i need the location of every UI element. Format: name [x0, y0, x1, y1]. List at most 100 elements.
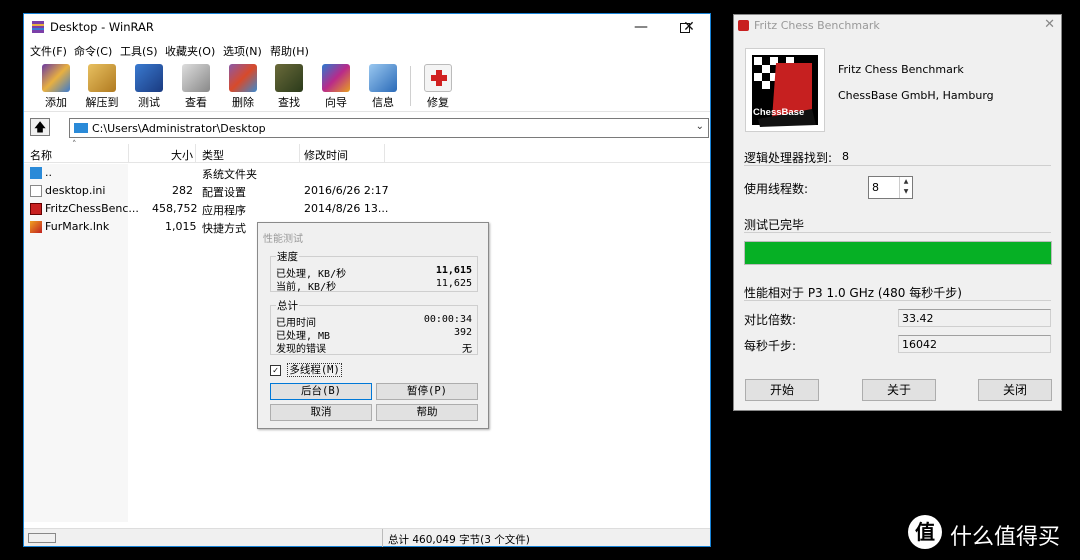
menu-favorites[interactable]: 收藏夹(O) — [165, 43, 215, 59]
help-button[interactable]: 帮助 — [376, 404, 478, 421]
status-bar: 总计 460,049 字节(3 个文件) — [24, 528, 710, 547]
checkmark-icon: ✓ — [270, 364, 281, 376]
column-type[interactable]: 类型 — [202, 147, 224, 163]
column-divider[interactable] — [128, 144, 129, 163]
column-divider[interactable] — [384, 144, 385, 163]
find-icon — [275, 64, 303, 92]
total-group-label: 总计 — [276, 298, 299, 313]
column-size[interactable]: 大小 — [171, 147, 193, 163]
fritz-title-icon — [738, 20, 749, 31]
file-type: 应用程序 — [202, 204, 246, 217]
chessbase-logo: ChessBase — [745, 48, 825, 132]
menu-file[interactable]: 文件(F) — [30, 43, 67, 59]
file-row[interactable]: desktop.ini 282 配置设置 2016/6/26 2:17 — [24, 182, 389, 200]
wizard-button[interactable]: 向导 — [313, 62, 359, 110]
processed-mb-value: 392 — [453, 327, 472, 338]
column-modified[interactable]: 修改时间 — [304, 147, 348, 163]
view-button[interactable]: 查看 — [173, 62, 219, 110]
find-label: 查找 — [278, 96, 300, 109]
file-name: FritzChessBenc... — [45, 202, 139, 215]
parent-folder-icon — [30, 167, 42, 179]
settings-file-icon — [30, 185, 42, 197]
find-button[interactable]: 查找 — [266, 62, 312, 110]
toolbar: 添加 解压到 测试 查看 删除 查找 向导 信息 修复 — [24, 60, 710, 112]
spin-arrows-icon[interactable]: ▲ ▼ — [899, 177, 912, 198]
furmark-shortcut-icon — [30, 221, 42, 233]
kns-field: 16042 — [898, 335, 1051, 353]
test-done-label: 测试已完毕 — [744, 218, 805, 232]
cpu-found-label: 逻辑处理器找到: — [744, 151, 833, 165]
menu-options[interactable]: 选项(N) — [223, 43, 262, 59]
dialog-title: 性能测试 — [263, 234, 303, 245]
repair-button[interactable]: 修复 — [415, 62, 461, 110]
ratio-field: 33.42 — [898, 309, 1051, 327]
ratio-label: 对比倍数: — [744, 313, 797, 327]
threads-spinbox[interactable]: 8 ▲ ▼ — [868, 176, 913, 199]
file-name: FurMark.lnk — [45, 220, 110, 233]
pause-button[interactable]: 暂停(P) — [376, 383, 478, 400]
benchmark-progress-bar — [744, 241, 1052, 265]
about-button[interactable]: 关于 — [862, 379, 936, 401]
current-value: 11,625 — [435, 278, 472, 289]
multithread-checkbox[interactable]: ✓ 多线程(M) — [270, 362, 342, 377]
status-text: 总计 460,049 字节(3 个文件) — [388, 534, 530, 546]
column-divider[interactable] — [195, 144, 196, 163]
add-button[interactable]: 添加 — [33, 62, 79, 110]
speed-group-label: 速度 — [276, 249, 299, 264]
file-row[interactable]: FritzChessBenc... 458,752 应用程序 2014/8/26… — [24, 200, 388, 218]
current-label: 当前, KB/秒 — [276, 282, 337, 293]
column-name[interactable]: 名称 — [30, 147, 52, 163]
cpu-found-row: 逻辑处理器找到: 8 — [744, 148, 1051, 166]
close-button[interactable]: 关闭 — [978, 379, 1052, 401]
address-bar: 🡅 C:\Users\Administrator\Desktop ⌄ — [24, 115, 710, 139]
threads-value: 8 — [872, 181, 879, 194]
up-one-level-button[interactable]: 🡅 — [30, 118, 50, 136]
file-type: 配置设置 — [202, 186, 246, 199]
menu-tools[interactable]: 工具(S) — [120, 43, 158, 59]
chevron-down-icon[interactable]: ⌄ — [696, 121, 704, 132]
view-icon — [182, 64, 210, 92]
errors-label: 发现的错误 — [276, 344, 326, 355]
repair-label: 修复 — [427, 96, 449, 109]
path-combobox[interactable]: C:\Users\Administrator\Desktop ⌄ — [69, 118, 709, 138]
start-button[interactable]: 开始 — [745, 379, 819, 401]
file-date: 2016/6/26 2:17 — [304, 184, 389, 197]
status-separator — [382, 529, 383, 547]
file-name: .. — [45, 166, 52, 179]
background-button[interactable]: 后台(B) — [270, 383, 372, 400]
cancel-button[interactable]: 取消 — [270, 404, 372, 421]
chessboard-logo-icon — [752, 55, 818, 127]
extract-to-button[interactable]: 解压到 — [79, 62, 125, 110]
file-row[interactable]: .. 系统文件夹 — [24, 164, 384, 182]
close-icon[interactable]: ✕ — [1044, 17, 1055, 32]
delete-button[interactable]: 删除 — [220, 62, 266, 110]
test-label: 测试 — [138, 96, 160, 109]
processed-row: 已处理, KB/秒 11,615 — [276, 265, 472, 280]
benchmark-dialog: 性能测试 速度 已处理, KB/秒 11,615 当前, KB/秒 11,625… — [257, 222, 489, 429]
extract-to-icon — [88, 64, 116, 92]
path-text: C:\Users\Administrator\Desktop — [92, 122, 266, 135]
current-row: 当前, KB/秒 11,625 — [276, 278, 472, 293]
menu-commands[interactable]: 命令(C) — [74, 43, 112, 59]
extract-to-label: 解压到 — [85, 96, 119, 109]
delete-label: 删除 — [232, 96, 254, 109]
fritz-app-icon — [30, 203, 42, 215]
drive-icon[interactable] — [28, 533, 56, 543]
repair-icon — [424, 64, 452, 92]
file-type: 系统文件夹 — [202, 168, 257, 181]
column-divider[interactable] — [299, 144, 300, 163]
test-button[interactable]: 测试 — [126, 62, 172, 110]
wizard-icon — [322, 64, 350, 92]
cpu-found-value: 8 — [842, 150, 849, 163]
info-button[interactable]: 信息 — [360, 62, 406, 110]
total-group: 总计 已用时间 00:00:34 已处理, MB 392 发现的错误 无 — [270, 298, 478, 355]
status-row: 测试已完毕 — [744, 215, 1051, 233]
window-title: Desktop - WinRAR — [50, 20, 154, 34]
file-size: 1,015 — [165, 220, 197, 233]
title-bar: Desktop - WinRAR — ✕ — [24, 14, 710, 41]
folder-icon — [74, 123, 88, 133]
info-icon — [369, 64, 397, 92]
add-label: 添加 — [45, 96, 67, 109]
close-button[interactable]: ✕ — [666, 14, 712, 41]
menu-help[interactable]: 帮助(H) — [270, 43, 309, 59]
